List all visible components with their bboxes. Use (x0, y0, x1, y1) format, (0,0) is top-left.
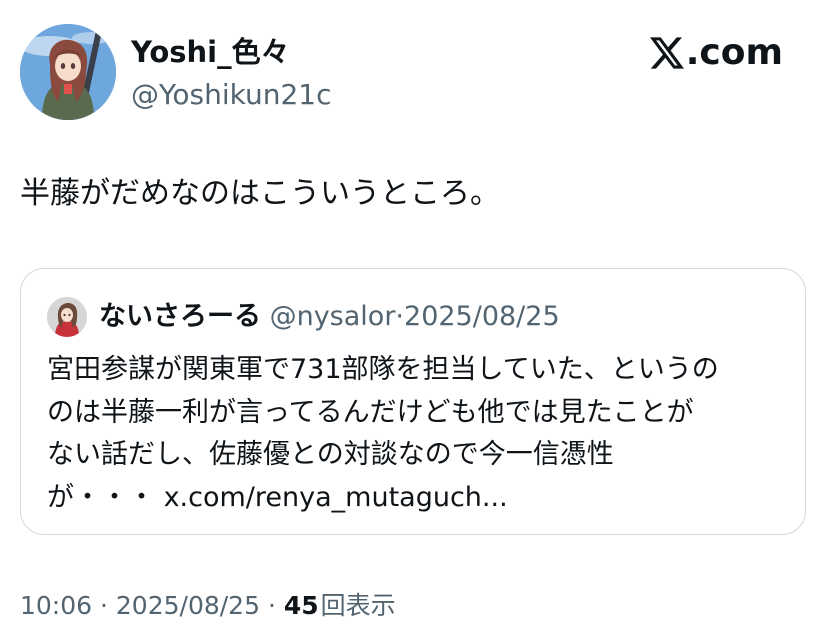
author-display-name[interactable]: Yoshi_色々 (131, 32, 290, 72)
tweet-date[interactable]: 2025/08/25 (116, 591, 260, 620)
quote-body: 宮田参謀が関東軍で731部隊を担当していた、というの のは半藤一利が言ってるんだ… (47, 349, 787, 519)
tweet-footer: 10:06 · 2025/08/25 · 45回表示 (20, 588, 396, 624)
brand-label: .com (685, 32, 783, 73)
author-handle[interactable]: @Yoshikun21c (131, 76, 332, 114)
views-label: 回表示 (320, 591, 396, 620)
anime-character-avatar-icon (20, 24, 116, 120)
tweet-time[interactable]: 10:06 (20, 591, 92, 620)
quote-line: のは半藤一利が言ってるんだけども他では見たことが (47, 396, 694, 428)
footer-separator: · (100, 591, 108, 620)
quote-header: ないさろーる @nysalor·2025/08/25 (99, 297, 560, 337)
quote-date[interactable]: 2025/08/25 (404, 301, 560, 332)
author-avatar[interactable] (20, 24, 116, 120)
quote-line: 宮田参謀が関東軍で731部隊を担当していた、というの (47, 354, 719, 385)
quote-author-avatar[interactable] (47, 297, 87, 337)
views-count: 45 (283, 591, 319, 620)
quote-line: が・・・ x.com/renya_mutaguch... (47, 481, 508, 513)
footer-separator: · (267, 591, 276, 620)
quote-author-handle[interactable]: @nysalor (270, 301, 396, 332)
quoted-tweet-card[interactable]: ないさろーる @nysalor·2025/08/25 宮田参謀が関東軍で731部… (20, 268, 806, 535)
quote-author-name[interactable]: ないさろーる (99, 301, 261, 332)
quote-line: ない話だし、佐藤優との対談なので今一信憑性 (47, 439, 614, 470)
anime-character-avatar-icon (47, 297, 87, 337)
quote-separator: · (395, 301, 405, 332)
tweet-text: 半藤がだめなのはこういうところ。 (20, 176, 500, 211)
x-logo-icon (649, 37, 684, 69)
brand-link[interactable]: .com (649, 30, 783, 76)
